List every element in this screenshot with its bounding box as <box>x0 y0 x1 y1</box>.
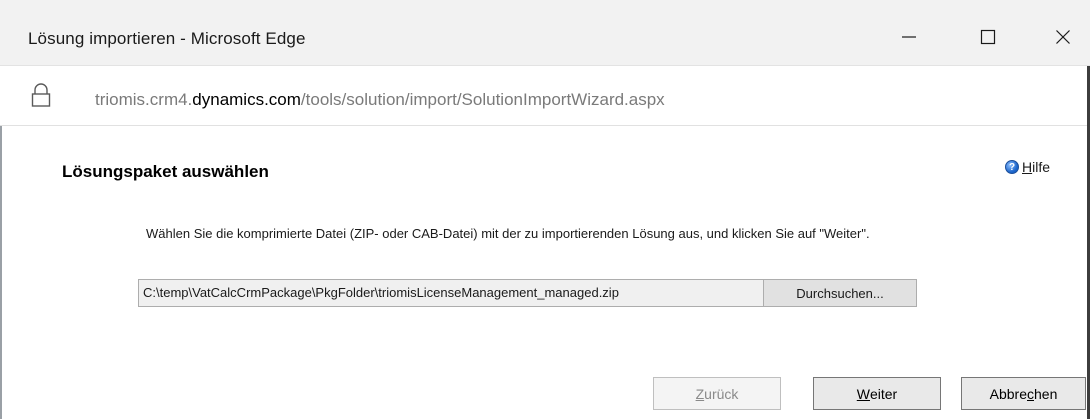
lock-icon <box>31 83 51 107</box>
url-text[interactable]: triomis.crm4.dynamics.com/tools/solution… <box>95 90 665 110</box>
instructions-text: Wählen Sie die komprimierte Datei (ZIP- … <box>146 226 870 241</box>
cancel-button[interactable]: Abbre c hen <box>961 377 1086 410</box>
minimize-icon <box>902 36 916 38</box>
help-link[interactable]: ? Hilfe <box>1005 159 1050 175</box>
next-label-rest: eiter <box>869 385 898 402</box>
cancel-label-before: Abbre <box>989 385 1027 402</box>
url-domain: dynamics.com <box>192 90 301 109</box>
maximize-icon <box>980 29 996 45</box>
address-bar[interactable]: triomis.crm4.dynamics.com/tools/solution… <box>0 66 1090 126</box>
url-prefix: triomis.crm4. <box>95 90 193 109</box>
window-titlebar: Lösung importieren - Microsoft Edge <box>0 0 1090 66</box>
help-access-key: H <box>1022 159 1033 175</box>
maximize-button[interactable] <box>965 17 1011 57</box>
window-title: Lösung importieren - Microsoft Edge <box>28 29 306 48</box>
page-title: Lösungspaket auswählen <box>62 162 269 181</box>
back-access-key: Z <box>695 385 705 402</box>
help-icon: ? <box>1005 160 1019 174</box>
next-access-key: W <box>856 385 870 402</box>
help-label-rest: ilfe <box>1032 159 1051 175</box>
cancel-label-after: hen <box>1034 385 1058 402</box>
back-label-rest: urück <box>704 385 739 402</box>
window-left-border <box>0 126 2 419</box>
close-button[interactable] <box>1040 17 1086 57</box>
help-label: Hilfe <box>1022 159 1050 175</box>
back-button[interactable]: Zurück <box>653 377 781 410</box>
next-button[interactable]: Weiter <box>813 377 941 410</box>
file-path-input[interactable]: C:\temp\VatCalcCrmPackage\PkgFolder\trio… <box>138 279 764 307</box>
close-icon <box>1056 30 1070 44</box>
url-path: /tools/solution/import/SolutionImportWiz… <box>300 90 665 109</box>
browse-button[interactable]: Durchsuchen... <box>763 279 917 307</box>
minimize-button[interactable] <box>886 17 932 57</box>
cancel-access-key: c <box>1027 385 1034 402</box>
